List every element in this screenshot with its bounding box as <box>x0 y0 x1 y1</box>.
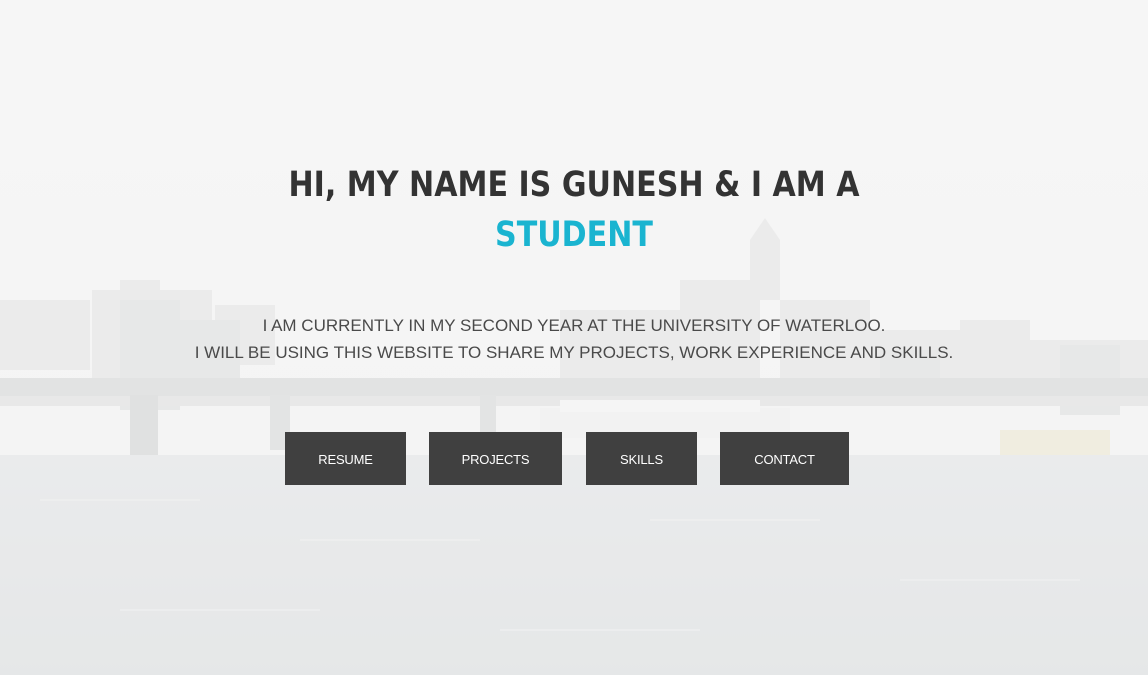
intro-text: I AM CURRENTLY IN MY SECOND YEAR AT THE … <box>0 312 1148 366</box>
projects-button[interactable]: PROJECTS <box>429 432 562 485</box>
intro-line-2: I WILL BE USING THIS WEBSITE TO SHARE MY… <box>194 343 954 362</box>
resume-button[interactable]: RESUME <box>285 432 406 485</box>
headline-text: HI, MY NAME IS GUNESH & I AM A <box>288 165 860 205</box>
page-title: HI, MY NAME IS GUNESH & I AM A STUDENT <box>80 160 1067 260</box>
intro-line-1: I AM CURRENTLY IN MY SECOND YEAR AT THE … <box>262 316 886 335</box>
skills-button[interactable]: SKILLS <box>586 432 697 485</box>
hero-content: HI, MY NAME IS GUNESH & I AM A STUDENT I… <box>0 0 1148 675</box>
contact-button[interactable]: CONTACT <box>720 432 849 485</box>
nav-button-group: RESUME PROJECTS SKILLS CONTACT <box>0 432 1148 485</box>
headline-role: STUDENT <box>495 215 653 255</box>
hero-section: HI, MY NAME IS GUNESH & I AM A STUDENT I… <box>0 0 1148 675</box>
